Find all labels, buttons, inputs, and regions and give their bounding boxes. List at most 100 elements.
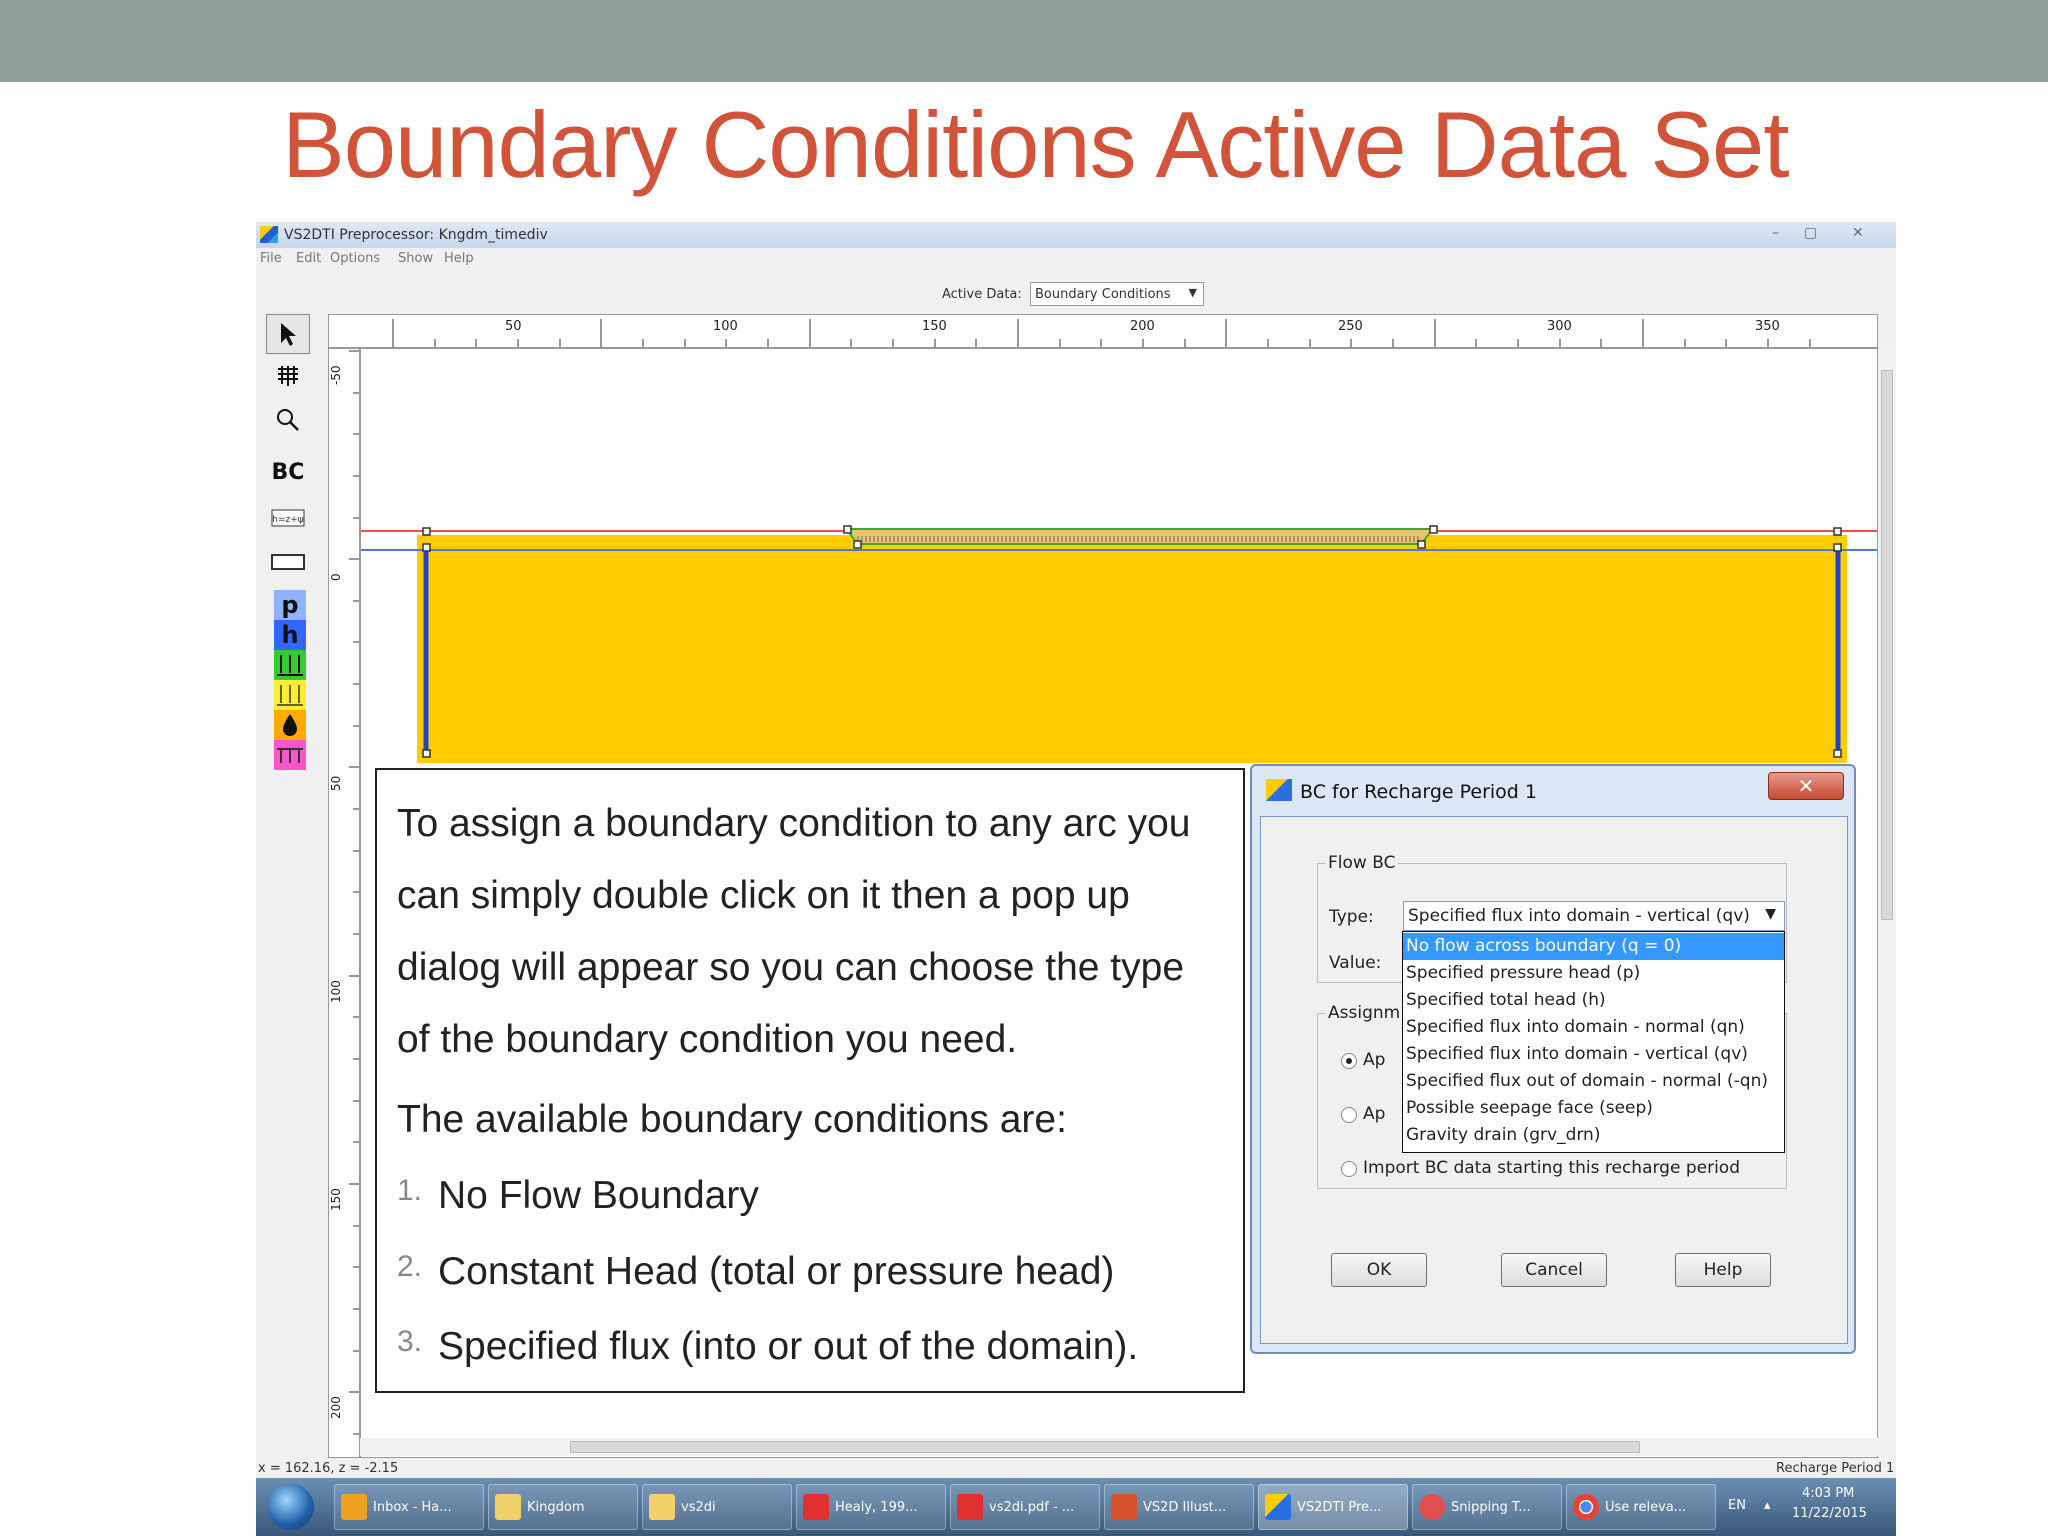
horizontal-scroll-thumb[interactable]: [570, 1441, 1640, 1453]
taskbar-item-vs2dti[interactable]: VS2DTI Pre...: [1258, 1484, 1408, 1530]
vertex-handle[interactable]: [1833, 527, 1842, 536]
vertex-handle[interactable]: [1833, 749, 1842, 758]
vertex-handle[interactable]: [1429, 525, 1438, 534]
menu-file[interactable]: File: [260, 251, 282, 266]
vertex-handle[interactable]: [422, 543, 431, 552]
seepage-bc-button[interactable]: [274, 710, 306, 740]
flux-vertical-bc-button[interactable]: [274, 680, 306, 710]
status-bar: x = 162.16, z = -2.15 Recharge Period 1: [256, 1458, 1896, 1478]
minimize-button[interactable]: –: [1772, 225, 1779, 241]
taskbar-item-vs2di[interactable]: vs2di: [642, 1484, 792, 1530]
outlook-icon: [341, 1494, 367, 1520]
rectangle-tool[interactable]: [266, 542, 310, 582]
taskbar-item-healy-pdf[interactable]: Healy, 199...: [796, 1484, 946, 1530]
bc-type-select[interactable]: Specified flux into domain - vertical (q…: [1403, 901, 1785, 931]
bc-option[interactable]: Gravity drain (grv_drn): [1403, 1122, 1784, 1149]
menu-options[interactable]: Options: [330, 251, 380, 266]
cursor-coordinates: x = 162.16, z = -2.15: [258, 1461, 399, 1476]
bc-option[interactable]: No flow across boundary (q = 0): [1403, 933, 1784, 960]
bc-option[interactable]: Specified total head (h): [1403, 987, 1784, 1014]
bc-option[interactable]: Possible seepage face (seep): [1403, 1095, 1784, 1122]
left-ruler: -50 0 50 100 150 200: [328, 348, 360, 1458]
bc-tool[interactable]: BC: [266, 460, 310, 485]
top-ruler-label: 350: [1755, 319, 1780, 334]
pdf-icon: [957, 1494, 983, 1520]
maximize-button[interactable]: ▢: [1804, 225, 1817, 241]
bc-option[interactable]: Specified flux into domain - vertical (q…: [1403, 1041, 1784, 1068]
top-ruler-label: 250: [1338, 319, 1363, 334]
vertex-handle[interactable]: [843, 525, 852, 534]
zoom-tool[interactable]: [266, 400, 310, 440]
pdf-icon: [803, 1494, 829, 1520]
water-drop-icon: [283, 714, 297, 736]
folder-icon: [495, 1494, 521, 1520]
pressure-head-bc-button[interactable]: p: [274, 590, 306, 620]
svg-text:h=z+ψ: h=z+ψ: [272, 515, 304, 525]
flux-arrows-icon: [277, 655, 303, 676]
close-window-button[interactable]: ✕: [1852, 225, 1864, 241]
powerpoint-icon: [1111, 1494, 1137, 1520]
menu-edit[interactable]: Edit: [296, 251, 321, 266]
vertical-scrollbar[interactable]: [1878, 348, 1896, 1438]
left-ruler-label: 200: [329, 1396, 343, 1419]
value-label: Value:: [1329, 953, 1382, 973]
help-button[interactable]: Help: [1675, 1253, 1771, 1287]
start-button[interactable]: [268, 1484, 314, 1530]
rectangle-icon: [271, 554, 305, 570]
top-ruler-label: 50: [505, 319, 522, 334]
instruction-line: can simply double click on it then a pop…: [397, 874, 1130, 917]
taskbar-item-vs2di-pdf[interactable]: vs2di.pdf - ...: [950, 1484, 1100, 1530]
grid-tool[interactable]: [266, 356, 310, 396]
vertex-handle[interactable]: [853, 540, 862, 549]
vertex-handle[interactable]: [1417, 540, 1426, 549]
drain-icon: [277, 748, 303, 763]
left-ruler-label: 0: [329, 573, 343, 581]
hz-tool[interactable]: h=z+ψ: [266, 498, 310, 538]
bc-option[interactable]: Specified flux out of domain - normal (-…: [1403, 1068, 1784, 1095]
active-data-select[interactable]: Boundary Conditions ▼: [1030, 282, 1204, 306]
taskbar-item-snipping[interactable]: Snipping T...: [1412, 1484, 1562, 1530]
clock-time[interactable]: 4:03 PM: [1802, 1486, 1854, 1501]
type-label: Type:: [1329, 907, 1374, 927]
windows-taskbar: Inbox - Ha... Kingdom vs2di Healy, 199..…: [256, 1478, 1896, 1536]
top-ruler-label: 200: [1130, 319, 1155, 334]
total-head-bc-button[interactable]: h: [274, 620, 306, 650]
taskbar-item-chrome[interactable]: Use releva...: [1566, 1484, 1716, 1530]
assign-radio-2[interactable]: [1341, 1107, 1357, 1123]
assign-radio-1-label: Ap: [1363, 1050, 1386, 1070]
horizontal-scrollbar[interactable]: [360, 1438, 1878, 1456]
flux-normal-bc-button[interactable]: [274, 650, 306, 680]
clock-date[interactable]: 11/22/2015: [1792, 1506, 1867, 1521]
instruction-line: To assign a boundary condition to any ar…: [397, 802, 1191, 845]
window-title: VS2DTI Preprocessor: Kngdm_timediv: [284, 227, 548, 243]
vertex-handle[interactable]: [422, 749, 431, 758]
menu-help[interactable]: Help: [444, 251, 474, 266]
bc-option[interactable]: Specified pressure head (p): [1403, 960, 1784, 987]
assign-radio-1[interactable]: [1341, 1053, 1357, 1069]
vertex-handle[interactable]: [422, 527, 431, 536]
taskbar-item-powerpoint[interactable]: VS2D Illust...: [1104, 1484, 1254, 1530]
import-bc-radio[interactable]: [1341, 1161, 1357, 1177]
bc-option[interactable]: Specified flux into domain - normal (qn): [1403, 1014, 1784, 1041]
vertex-handle[interactable]: [1833, 543, 1842, 552]
taskbar-item-outlook[interactable]: Inbox - Ha...: [334, 1484, 484, 1530]
bc-type-dropdown: No flow across boundary (q = 0) Specifie…: [1402, 931, 1785, 1153]
assignment-legend: Assignm: [1325, 1003, 1404, 1023]
menu-show[interactable]: Show: [398, 251, 433, 266]
bc-dialog: BC for Recharge Period 1 ✕ Flow BC Type:…: [1250, 764, 1856, 1354]
cancel-button[interactable]: Cancel: [1501, 1253, 1607, 1287]
pointer-tool[interactable]: [266, 314, 310, 354]
assign-radio-2-label: Ap: [1363, 1104, 1386, 1124]
left-ruler-ticks: [349, 350, 359, 1435]
language-indicator[interactable]: EN: [1728, 1498, 1746, 1513]
tray-expand-icon[interactable]: ▴: [1764, 1498, 1771, 1513]
vertical-scroll-thumb[interactable]: [1881, 370, 1893, 920]
left-ruler-label: 50: [329, 775, 343, 791]
instruction-line: dialog will appear so you can choose the…: [397, 946, 1185, 989]
gravity-drain-bc-button[interactable]: [274, 740, 306, 770]
taskbar-item-kingdom[interactable]: Kingdom: [488, 1484, 638, 1530]
dialog-close-button[interactable]: ✕: [1768, 772, 1844, 800]
app-icon: [260, 226, 278, 243]
import-bc-label: Import BC data starting this recharge pe…: [1363, 1158, 1740, 1178]
ok-button[interactable]: OK: [1331, 1253, 1427, 1287]
